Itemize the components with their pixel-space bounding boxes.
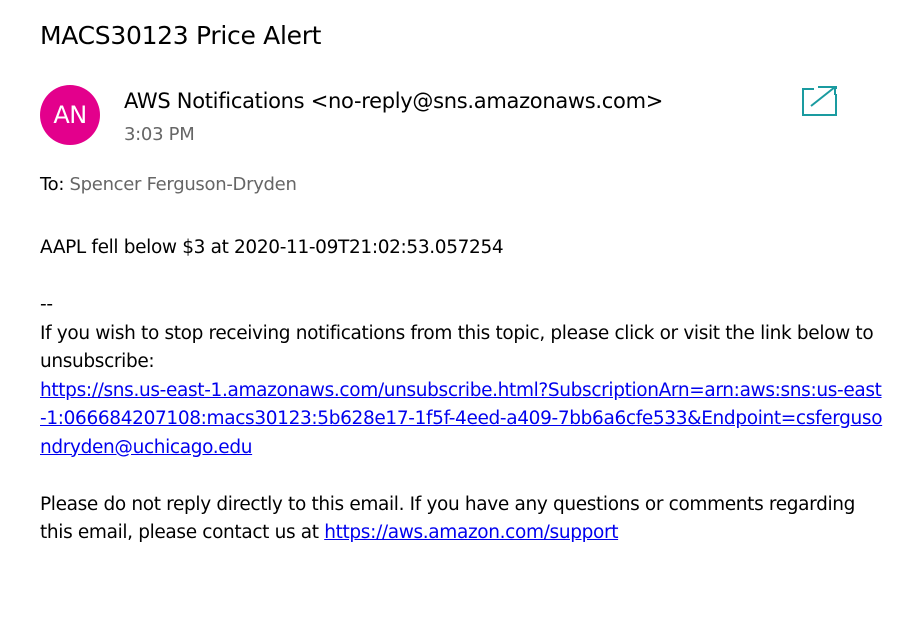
received-time: 3:03 PM [124,124,195,145]
open-in-new-window-icon [802,85,840,116]
email-body: AAPL fell below $3 at 2020-11-09T21:02:5… [40,234,885,548]
to-label: To: [40,174,65,195]
email-subject: MACS30123 Price Alert [40,21,322,50]
unsubscribe-link[interactable]: https://sns.us-east-1.amazonaws.com/unsu… [40,380,883,458]
sender-avatar: AN [40,85,100,145]
recipient-name[interactable]: Spencer Ferguson-Dryden [70,174,297,195]
support-link[interactable]: https://aws.amazon.com/support [324,522,618,543]
alert-message: AAPL fell below $3 at 2020-11-09T21:02:5… [40,237,504,258]
signature-separator: -- [40,294,53,315]
open-in-new-window-button[interactable] [798,84,840,120]
recipient-line: To: Spencer Ferguson-Dryden [40,173,297,197]
sender-name: AWS Notifications <no-reply@sns.amazonaw… [124,89,664,113]
unsubscribe-text: If you wish to stop receiving notificati… [40,322,874,373]
footer-text-block: Please do not reply directly to this ema… [40,491,885,548]
